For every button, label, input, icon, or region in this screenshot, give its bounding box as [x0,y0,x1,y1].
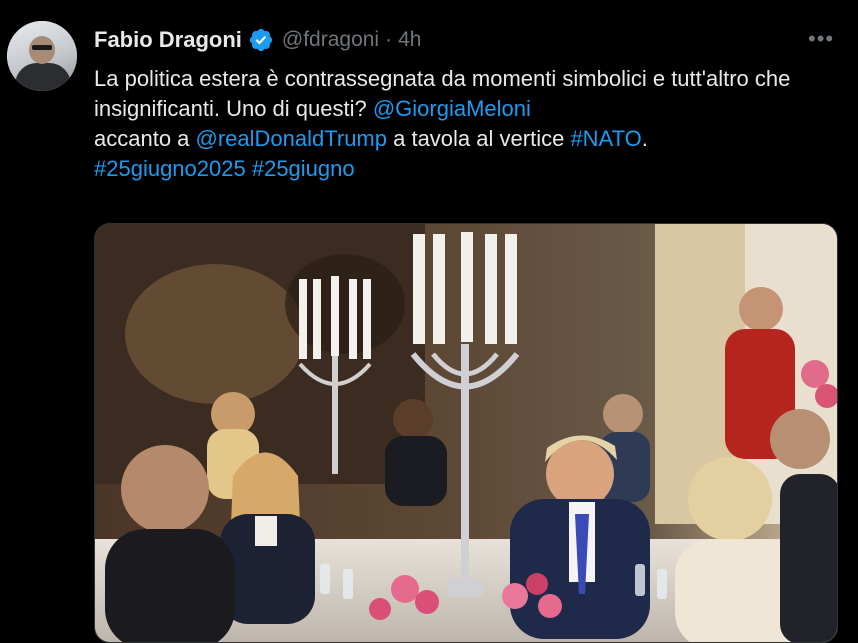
text-segment: accanto a [94,126,196,151]
author-avatar[interactable] [7,21,77,91]
avatar-glasses [32,45,52,50]
text-segment: . [641,126,648,151]
hashtag-link[interactable]: #25giugno2025 [94,156,246,181]
hashtag-link[interactable]: #25giugno [252,156,355,181]
avatar-body [15,63,71,91]
tweet-media-photo[interactable] [94,223,838,643]
more-options-icon[interactable]: ••• [808,26,834,52]
dinner-photo-illustration [95,224,837,642]
tweet-timestamp[interactable]: 4h [398,28,421,52]
tweet-text: La politica estera è contrassegnata da m… [94,64,824,184]
author-name[interactable]: Fabio Dragoni [94,27,242,53]
author-handle[interactable]: @fdragoni [282,28,379,52]
mention-link[interactable]: @GiorgiaMeloni [373,96,531,121]
hashtag-link[interactable]: #NATO [570,126,641,151]
tweet-header: Fabio Dragoni @fdragoni · 4h [94,24,421,56]
foreground-guest-head [121,445,209,533]
text-segment: a tavola al vertice [387,126,571,151]
verified-badge-icon[interactable] [248,27,274,53]
mention-link[interactable]: @realDonaldTrump [196,126,387,151]
waiter-head [739,287,783,331]
foreground-guest-hair [688,457,772,541]
avatar-head [29,36,55,64]
separator-dot: · [385,28,393,51]
